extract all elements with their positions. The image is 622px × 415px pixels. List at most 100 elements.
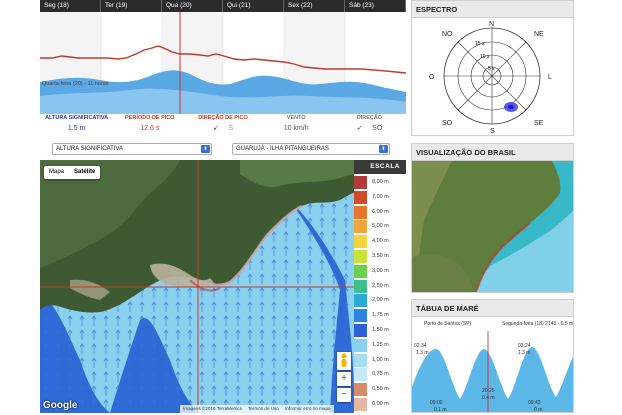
scale-item: 0,75 m — [354, 368, 406, 382]
tide-trough-time: 09:00 — [430, 400, 443, 406]
tide-peak-height: 1.5 m — [552, 343, 565, 349]
scale-swatch — [354, 235, 367, 249]
terms-link[interactable]: Termos de Uso — [248, 405, 279, 413]
readout-label: DIREÇÃO — [356, 115, 383, 121]
compass-se: SE — [534, 120, 544, 127]
map-type-toggle[interactable]: Mapa Satélite — [44, 166, 101, 179]
scale-swatch — [354, 264, 367, 278]
scale-item: 6,00 m — [354, 205, 406, 219]
readout-label: ALTURA SIGNIFICATIVA — [45, 115, 109, 121]
readout-vento: VENTO 10 km/h — [260, 114, 333, 138]
ring-label: 15 s — [475, 41, 485, 47]
scale-item: 0,50 m — [354, 383, 406, 397]
scale-label: 3,00 m — [372, 267, 389, 274]
scale-label: 2,00 m — [372, 297, 389, 304]
compass-l: L — [548, 74, 552, 81]
scale-item: 1,00 m — [354, 353, 406, 367]
scale-swatch — [354, 279, 367, 293]
scale-item: 1,25 m — [354, 338, 406, 352]
day-label: Sáb (23) — [345, 0, 406, 12]
pegman-icon[interactable] — [337, 352, 351, 370]
readout-direcao: DIREÇÃO ➶ SO — [333, 114, 406, 138]
scale-label: 1,75 m — [372, 312, 389, 319]
tide-day-label: Terça-feira — [512, 336, 536, 342]
readout-value: SO — [372, 125, 383, 132]
readout-altura: ALTURA SIGNIFICATIVA 1.5 m — [40, 114, 113, 138]
scale-item: 3,50 m — [354, 250, 406, 263]
map-canvas[interactable] — [40, 160, 406, 413]
scale-item: 1,75 m — [354, 309, 406, 323]
day-label: Sex (22) — [284, 0, 345, 12]
brasil-map[interactable] — [412, 161, 573, 293]
scale-label: 7,00 m — [372, 193, 389, 200]
brasil-title: VISUALIZAÇÃO DO BRASIL — [412, 144, 573, 161]
compass-n: N — [489, 21, 494, 28]
spectro-panel: ESPECTRO 15 s 10 s 5 s N NE L SE S SO O … — [411, 0, 574, 136]
scale-label: 4,00 m — [372, 238, 389, 245]
readout-value: 12.6 s — [140, 125, 160, 132]
scale-label: 0,50 m — [372, 386, 389, 393]
scale-swatch — [354, 190, 367, 204]
tide-title: TÁBUA DE MARÉ — [412, 300, 573, 317]
spectro-title: ESPECTRO — [412, 1, 573, 18]
tide-peak-time: 02:34 — [414, 343, 427, 349]
tide-peak-height: 1.3 m — [518, 350, 531, 356]
scale-swatch — [354, 383, 367, 397]
compass-o: O — [429, 74, 435, 81]
forecast-chart[interactable]: Seg (18) Ter (19) Qua (20) Qui (21) Sex … — [40, 0, 406, 138]
scale-swatch — [354, 398, 367, 411]
tide-trough-height: 0.1 m — [434, 407, 447, 413]
tide-trough-height: 0.4 m — [482, 395, 495, 401]
direction-arrow-icon: ➶ — [356, 125, 363, 132]
compass-no: NO — [442, 31, 453, 38]
day-label: Qui (21) — [223, 0, 284, 12]
scale-swatch — [354, 324, 367, 337]
map-type-mapa[interactable]: Mapa — [44, 166, 69, 179]
location-select[interactable]: GUARUJÁ - ILHA PITANGUEIRAS ⬍ — [232, 143, 390, 155]
tide-peak-time: 14:23 — [460, 338, 473, 344]
forecast-plot[interactable] — [40, 12, 406, 114]
tide-peak-height: 1.3 m — [416, 350, 429, 356]
day-label: Qua (20) — [162, 0, 223, 12]
readout-value: 10 km/h — [283, 125, 309, 132]
day-label: Seg (18) — [40, 0, 101, 12]
scale-item: 0,00 m — [354, 398, 406, 411]
report-error-link[interactable]: Informar erro no mapa — [285, 405, 331, 413]
scale-item: 2,00 m — [354, 294, 406, 308]
scale-label: 1,50 m — [372, 327, 389, 333]
page: Seg (18) Ter (19) Qua (20) Qui (21) Sex … — [0, 0, 622, 415]
ring-label: 10 s — [480, 54, 490, 60]
scale-item: 8,00 m — [354, 176, 406, 189]
scale-label: 0,00 m — [372, 401, 389, 407]
scale-item: 4,00 m — [354, 235, 406, 249]
chevron-down-icon: ⬍ — [379, 145, 388, 153]
wind-arrow-icon: ➹ — [212, 125, 219, 132]
compass-ne: NE — [534, 31, 544, 38]
scale-swatch — [354, 220, 367, 234]
brasil-panel: VISUALIZAÇÃO DO BRASIL — [411, 143, 574, 293]
scale-legend: ESCALA 8,00 m 7,00 m 6,00 m 5,00 m 4,00 m 3,5… — [354, 160, 406, 413]
scale-item: 5,00 m — [354, 220, 406, 234]
wave-map[interactable]: Mapa Satélite + − Google Imagens ©2016 T… — [40, 160, 406, 413]
scale-item: 1,50 m — [354, 324, 406, 337]
map-type-satelite[interactable]: Satélite — [69, 166, 100, 179]
readout-label: VENTO — [286, 115, 306, 121]
scale-label: 8,00 m — [372, 179, 389, 185]
scale-swatch — [354, 176, 367, 189]
scale-swatch — [354, 294, 367, 308]
variable-select[interactable]: ALTURA SIGNIFICATIVA ⬍ — [52, 143, 212, 155]
scale-label: 5,00 m — [372, 223, 389, 230]
readout-direcao-pico: DIREÇÃO DE PICO ➹ S — [186, 114, 259, 138]
scale-swatch — [354, 250, 367, 263]
readout-value: 1.5 m — [67, 125, 86, 132]
tide-panel: TÁBUA DE MARÉ Porto de Santos (SP) Segun… — [411, 299, 574, 413]
readout-value: S — [228, 125, 234, 132]
cursor-caption: Quarta-feira (20) - 11 horas — [42, 81, 109, 87]
scale-swatch — [354, 338, 367, 352]
scale-item: 2,50 m — [354, 279, 406, 293]
map-attribution: Imagens ©2016 TerraMetrics Termos de Uso… — [180, 405, 334, 413]
forecast-readouts: ALTURA SIGNIFICATIVA 1.5 m PERÍODO DE PI… — [40, 114, 406, 138]
compass-s: S — [490, 128, 495, 135]
zoom-out-button[interactable]: − — [337, 388, 351, 402]
zoom-in-button[interactable]: + — [337, 372, 351, 386]
